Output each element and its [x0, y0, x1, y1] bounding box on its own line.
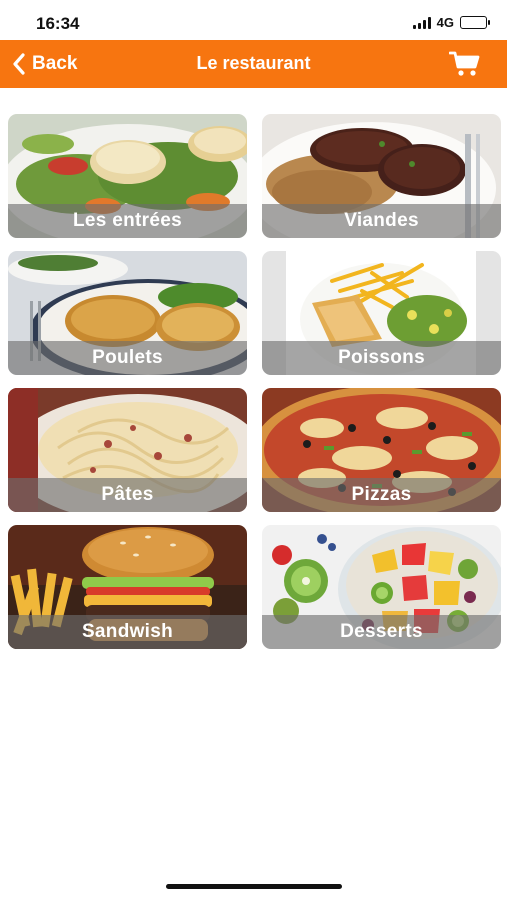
category-label: Viandes	[262, 204, 501, 238]
category-tile-desserts[interactable]: Desserts	[262, 525, 501, 649]
status-time: 16:34	[36, 14, 80, 33]
category-tile-poissons[interactable]: Poissons	[262, 251, 501, 375]
home-indicator[interactable]	[166, 884, 342, 889]
cart-button[interactable]	[448, 50, 481, 78]
category-label: Poissons	[262, 341, 501, 375]
page-title: Le restaurant	[196, 53, 311, 73]
category-tile-viandes[interactable]: Viandes	[262, 114, 501, 238]
category-tile-poulets[interactable]: Poulets	[8, 251, 247, 375]
status-indicators: 4G	[412, 15, 490, 30]
network-type: 4G	[436, 15, 454, 30]
status-bar: 16:34 4G	[0, 0, 507, 40]
category-tile-entrees[interactable]: Les entrées	[8, 114, 247, 238]
shopping-cart-icon	[448, 51, 480, 76]
category-tile-pizzas[interactable]: Pizzas	[262, 388, 501, 512]
category-label: Pâtes	[8, 478, 247, 512]
category-label: Desserts	[262, 615, 501, 649]
category-label: Sandwish	[8, 615, 247, 649]
category-grid: Les entrées Viandes Poulets Poissons Pât…	[8, 114, 501, 649]
category-label: Poulets	[8, 341, 247, 375]
nav-bar: Back Le restaurant	[0, 40, 507, 88]
battery-icon	[460, 16, 490, 29]
category-label: Les entrées	[8, 204, 247, 238]
signal-icon	[412, 16, 431, 29]
category-tile-pates[interactable]: Pâtes	[8, 388, 247, 512]
category-label: Pizzas	[262, 478, 501, 512]
category-tile-sandwish[interactable]: Sandwish	[8, 525, 247, 649]
